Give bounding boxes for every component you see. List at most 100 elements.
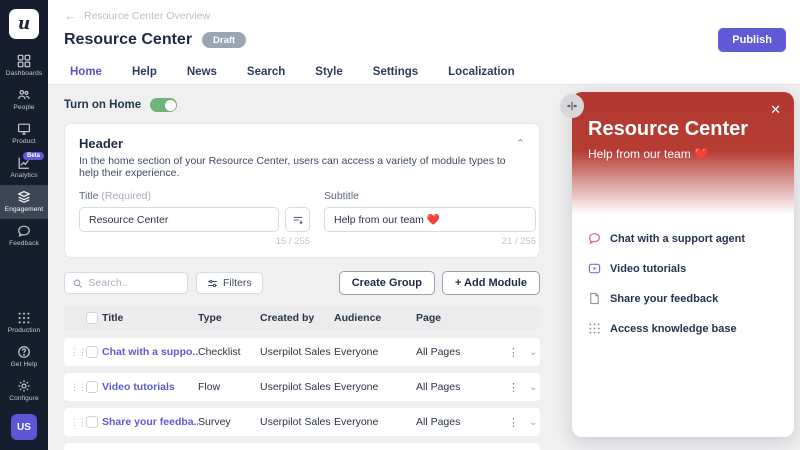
row-checkbox[interactable] xyxy=(86,381,98,393)
search-box[interactable] xyxy=(64,272,188,294)
drag-handle-icon[interactable]: ⋮⋮ xyxy=(64,382,87,392)
sidebar-item-dashboards[interactable]: Dashboards xyxy=(0,49,48,83)
select-all-checkbox[interactable] xyxy=(86,312,98,324)
table-row: ⋮⋮ Share your feedba... Survey Userpilot… xyxy=(64,408,540,436)
subtitle-input[interactable] xyxy=(324,207,536,232)
sidebar-item-feedback[interactable]: Feedback xyxy=(0,219,48,253)
chevron-up-icon[interactable]: ⌃ xyxy=(516,137,525,150)
sidebar-item-product[interactable]: Product xyxy=(0,117,48,151)
create-group-button[interactable]: Create Group xyxy=(338,271,435,295)
breadcrumb[interactable]: ← Resource Center Overview xyxy=(64,9,786,22)
module-page: All Pages xyxy=(416,346,461,358)
product-icon xyxy=(17,123,31,135)
sidebar-item-engagement[interactable]: Engagement xyxy=(0,185,48,219)
drag-handle-icon[interactable]: ⋮⋮ xyxy=(64,347,87,357)
back-arrow-icon[interactable]: ← xyxy=(64,9,77,22)
chevron-down-icon[interactable]: ⌄ xyxy=(529,347,537,358)
module-audience: Everyone xyxy=(334,416,379,428)
sidebar-item-analytics[interactable]: Beta Analytics xyxy=(0,151,48,185)
title-input-line xyxy=(79,207,310,232)
row-actions: ⋮ ⌄ xyxy=(508,416,547,429)
title-input[interactable] xyxy=(79,207,279,232)
add-module-button[interactable]: + Add Module xyxy=(441,271,540,295)
collapse-horizontal-icon xyxy=(567,101,577,111)
column-header-page: Page xyxy=(416,312,442,324)
sidebar-item-label: Engagement xyxy=(4,206,44,213)
module-title-link[interactable]: Chat with a suppo... xyxy=(102,346,198,358)
header-card-title: Header xyxy=(79,136,124,151)
preview-header: ✕ Resource Center Help from our team ❤️ xyxy=(572,92,794,214)
chevron-down-icon[interactable]: ⌄ xyxy=(529,417,537,428)
subtitle-field-label: Subtitle xyxy=(324,190,536,202)
sidebar-item-label: Product xyxy=(12,138,36,145)
top-bar: ← Resource Center Overview Resource Cent… xyxy=(48,0,800,88)
kebab-menu-icon[interactable]: ⋮ xyxy=(508,346,519,359)
document-icon xyxy=(590,292,599,305)
row-checkbox[interactable] xyxy=(86,416,98,428)
kebab-menu-icon[interactable]: ⋮ xyxy=(508,416,519,429)
preview-item-label: Video tutorials xyxy=(610,262,687,275)
userpilot-logo[interactable]: u xyxy=(9,9,39,39)
title-label-text: Title xyxy=(79,190,99,202)
sidebar-item-get-help[interactable]: Get Help xyxy=(0,340,48,374)
page-body: Turn on Home Header ⌃ In the home sectio… xyxy=(48,85,800,450)
people-icon xyxy=(18,90,30,100)
title-field-label: Title (Required) xyxy=(79,190,310,202)
preview-module-list: Chat with a support agent Video tutorial… xyxy=(572,214,794,335)
user-avatar[interactable]: US xyxy=(11,414,37,440)
module-created-by: Userpilot Sales xyxy=(260,346,331,358)
row-checkbox[interactable] xyxy=(86,346,98,358)
sidebar-item-production[interactable]: Production xyxy=(0,306,48,340)
close-icon[interactable]: ✕ xyxy=(770,102,781,118)
search-input[interactable] xyxy=(88,277,179,289)
chat-icon xyxy=(589,233,600,245)
filters-button[interactable]: Filters xyxy=(196,272,263,294)
preview-item-video[interactable]: Video tutorials xyxy=(588,262,778,275)
search-icon xyxy=(73,279,83,288)
preview-item-feedback[interactable]: Share your feedback xyxy=(588,292,778,305)
header-card-fields: Title (Required) 15 / 255 xyxy=(79,190,536,247)
module-created-by: Userpilot Sales xyxy=(260,381,331,393)
turn-on-home-row: Turn on Home xyxy=(64,98,540,112)
module-page: All Pages xyxy=(416,381,461,393)
text-options-button[interactable] xyxy=(285,207,310,232)
sidebar-item-label: Analytics xyxy=(10,172,38,179)
preview-item-knowledge[interactable]: Access knowledge base xyxy=(588,322,778,335)
engagement-icon xyxy=(17,190,31,203)
editor-column: Turn on Home Header ⌃ In the home sectio… xyxy=(64,98,540,450)
sidebar-item-people[interactable]: People xyxy=(0,83,48,117)
module-title-link[interactable]: Share your feedba... xyxy=(102,416,198,428)
module-type: Checklist xyxy=(198,346,241,358)
column-header-title: Title xyxy=(102,312,124,324)
turn-on-home-toggle[interactable] xyxy=(150,98,178,112)
video-icon xyxy=(588,263,601,274)
preview-item-label: Chat with a support agent xyxy=(610,232,746,245)
sidebar-item-configure[interactable]: Configure xyxy=(0,374,48,408)
feedback-icon xyxy=(18,225,30,237)
chevron-down-icon[interactable]: ⌄ xyxy=(529,382,537,393)
page-title: Resource Center xyxy=(64,31,193,48)
sidebar-item-label: Configure xyxy=(9,395,39,402)
module-created-by: Userpilot Sales xyxy=(260,416,331,428)
drag-handle-icon[interactable]: ⋮⋮ xyxy=(64,417,87,427)
module-title-link[interactable]: Video tutorials xyxy=(102,381,198,393)
module-audience: Everyone xyxy=(334,381,379,393)
preview-item-chat[interactable]: Chat with a support agent xyxy=(588,232,778,245)
preview-item-label: Share your feedback xyxy=(610,292,719,305)
filters-icon xyxy=(208,279,217,287)
sidebar-item-label: Feedback xyxy=(9,240,39,247)
kebab-menu-icon[interactable]: ⋮ xyxy=(508,381,519,394)
column-header-created-by: Created by xyxy=(260,312,315,324)
subtitle-input-line xyxy=(324,207,536,232)
module-audience: Everyone xyxy=(334,346,379,358)
turn-on-home-label: Turn on Home xyxy=(64,99,142,111)
row-actions: ⋮ ⌄ xyxy=(508,346,547,359)
preview-collapse-handle[interactable] xyxy=(560,94,584,118)
gear-icon xyxy=(18,380,30,392)
column-header-type: Type xyxy=(198,312,222,324)
resource-center-preview: ✕ Resource Center Help from our team ❤️ … xyxy=(572,92,794,437)
title-field-group: Title (Required) 15 / 255 xyxy=(79,190,310,247)
beta-badge: Beta xyxy=(22,152,44,160)
preview-subtitle: Help from our team ❤️ xyxy=(588,147,709,161)
publish-button[interactable]: Publish xyxy=(718,28,786,52)
